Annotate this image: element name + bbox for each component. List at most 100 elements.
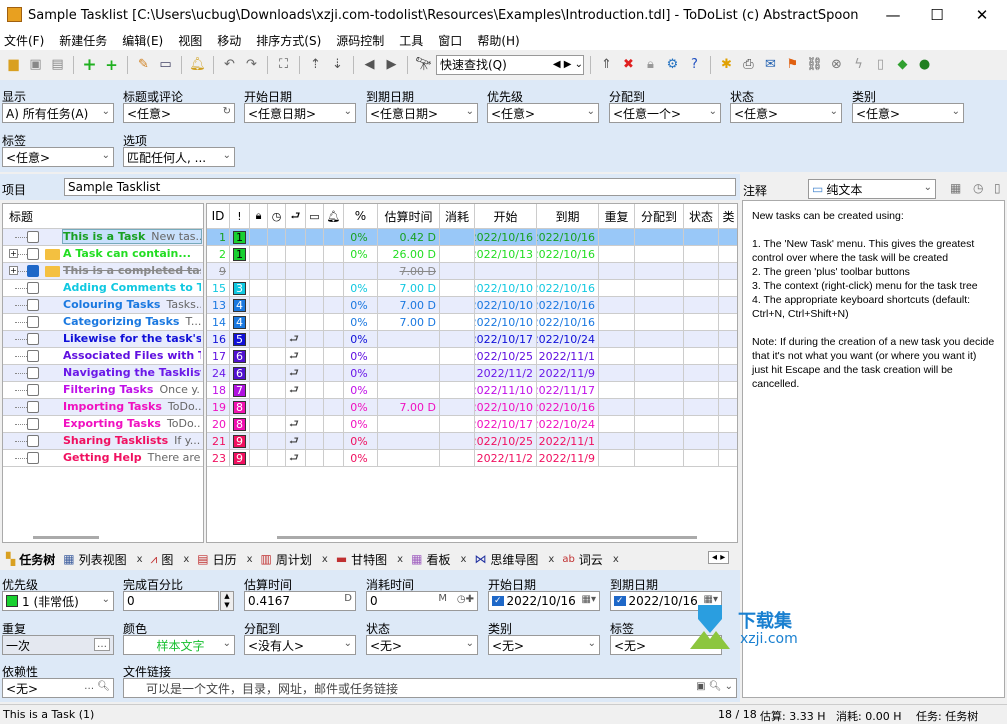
menu-help[interactable]: 帮助(H) — [477, 32, 519, 49]
percent-input[interactable]: 0 — [123, 591, 219, 611]
done-checkbox[interactable] — [27, 435, 39, 447]
task-tree-row[interactable]: Likewise for the task's ... — [3, 331, 203, 348]
task-tree-row[interactable]: This is a Task New tas... — [3, 229, 203, 246]
new-task-icon[interactable]: + — [80, 55, 99, 75]
percent-spinner[interactable]: ▲ ▼ — [220, 591, 234, 611]
done-checkbox[interactable] — [27, 333, 39, 345]
task-grid-row[interactable]: 15 3 0% 7.00 D 2022/10/10 2022/10/16 — [207, 280, 737, 297]
filter-show-select[interactable]: A) 所有任务(A) ⌄ — [2, 103, 114, 123]
save-all-icon[interactable]: ▤ — [48, 55, 67, 74]
estimate-input[interactable]: 0.4167 D — [244, 591, 356, 611]
flash-icon[interactable]: ϟ — [849, 55, 868, 74]
web-icon[interactable]: ● — [915, 55, 934, 74]
column-header-id[interactable]: ID — [207, 204, 230, 229]
tab-kanban[interactable]: ▦ 看板 x — [411, 551, 466, 568]
filter-category-select[interactable]: <任意> ⌄ — [852, 103, 964, 123]
task-grid-row[interactable]: 16 5 ⮐ 0% 2022/10/17 2022/10/24 — [207, 331, 737, 348]
expand-icon[interactable]: + — [9, 249, 18, 258]
star-icon[interactable]: ✱ — [717, 55, 736, 74]
column-header-lock[interactable]: 🔒︎ — [250, 204, 268, 229]
delete-icon[interactable]: ✖ — [619, 55, 638, 74]
task-grid-row[interactable]: 13 4 0% 7.00 D 2022/10/10 2022/10/16 — [207, 297, 737, 314]
status-select[interactable]: <无> ⌄ — [366, 635, 478, 655]
column-header-percent[interactable]: % — [344, 204, 378, 229]
task-grid-row[interactable]: 17 6 ⮐ 0% 2022/10/25 2022/11/1 — [207, 348, 737, 365]
menu-edit[interactable]: 编辑(E) — [122, 32, 163, 49]
grid-hscrollbar[interactable] — [277, 536, 697, 539]
assigned-select[interactable]: <没有人> ⌄ — [244, 635, 356, 655]
tab-calendar[interactable]: ▤ 日历 x — [197, 551, 252, 568]
task-tree-row[interactable]: Colouring Tasks Tasks... — [3, 297, 203, 314]
delete-comment-icon[interactable]: ▯ — [994, 181, 1001, 195]
script-icon[interactable]: ▯ — [871, 55, 890, 74]
find-icon[interactable]: 🔭︎ — [414, 55, 433, 74]
column-header-dependency[interactable]: ⮐ — [286, 204, 306, 229]
task-grid-row[interactable]: 23 9 ⮐ 0% 2022/11/2 2022/11/9 — [207, 450, 737, 467]
move-up-icon[interactable]: ⇡ — [306, 55, 325, 74]
done-checkbox[interactable] — [27, 299, 39, 311]
start-date-picker[interactable]: ✓ 2022/10/16 ▦▾ — [488, 591, 600, 611]
column-header-assigned[interactable]: 分配到 — [635, 204, 684, 229]
task-tree-row[interactable]: Adding Comments to T... — [3, 280, 203, 297]
menu-view[interactable]: 视图 — [178, 32, 202, 49]
task-grid-row[interactable]: 14 4 0% 7.00 D 2022/10/10 2022/10/16 — [207, 314, 737, 331]
done-checkbox[interactable] — [27, 401, 39, 413]
quick-find-input[interactable]: 快速查找(Q) ◀ ▶ ⌄ — [436, 54, 584, 75]
column-header-time-tracking[interactable]: ◷ — [268, 204, 286, 229]
edit-icon[interactable]: ✎ — [134, 55, 153, 74]
reminder-icon[interactable]: 🔔︎ — [188, 55, 207, 74]
task-tree-row[interactable]: Importing Tasks ToDo... — [3, 399, 203, 416]
task-tree-row[interactable]: Sharing Tasklists If y... — [3, 433, 203, 450]
column-header-priority[interactable]: ! — [230, 204, 250, 229]
lock-icon[interactable]: 🔒︎ — [641, 55, 660, 74]
tab-week-planner[interactable]: ▥ 周计划 x — [261, 551, 328, 568]
task-grid-row[interactable]: 19 8 0% 7.00 D 2022/10/10 2022/10/16 — [207, 399, 737, 416]
link-icon[interactable]: ⛓ — [805, 55, 824, 74]
category-select[interactable]: <无> ⌄ — [488, 635, 600, 655]
undo-icon[interactable]: ↶ — [220, 55, 239, 74]
task-grid-row[interactable]: 20 8 ⮐ 0% 2022/10/17 2022/10/24 — [207, 416, 737, 433]
clock-icon[interactable]: ◷ — [973, 181, 983, 195]
filter-tags-select[interactable]: <任意> ⌄ — [2, 147, 114, 167]
column-header-estimate[interactable]: 估算时间 — [378, 204, 440, 229]
task-grid-row[interactable]: 9 7.00 D — [207, 263, 737, 280]
project-name-input[interactable]: Sample Tasklist — [64, 178, 736, 196]
email-icon[interactable]: ✉ — [761, 55, 780, 74]
task-tree-row[interactable]: Navigating the Tasklist — [3, 365, 203, 382]
task-tree-row[interactable]: + A Task can contain... — [3, 246, 203, 263]
settings-icon[interactable]: ⚙ — [663, 55, 682, 74]
done-checkbox[interactable] — [27, 418, 39, 430]
comments-icon[interactable]: ▭ — [156, 55, 175, 74]
task-grid-row[interactable]: 2 1 0% 26.00 D 2022/10/13 2022/10/16 — [207, 246, 737, 263]
print-icon[interactable]: ⎙ — [739, 55, 758, 74]
column-header-status[interactable]: 状态 — [684, 204, 719, 229]
column-header-title[interactable]: 标题 — [3, 204, 203, 229]
donate-icon[interactable]: ◆ — [893, 55, 912, 74]
menu-source-control[interactable]: 源码控制 — [336, 32, 384, 49]
priority-select[interactable]: 1 (非常低) ⌄ — [2, 591, 114, 611]
task-grid-row[interactable]: 21 9 ⮐ 0% 2022/10/25 2022/11/1 — [207, 433, 737, 450]
menu-sort[interactable]: 排序方式(S) — [256, 32, 321, 49]
task-tree-row[interactable]: Associated Files with T... — [3, 348, 203, 365]
task-tree-row[interactable]: Categorizing Tasks T... — [3, 314, 203, 331]
depends-input[interactable]: <无>… 🔍︎ — [2, 678, 114, 698]
done-checkbox[interactable] — [27, 231, 39, 243]
tab-gantt[interactable]: ▬ 甘特图 x — [336, 551, 403, 568]
tab-chart[interactable]: ⩘ 图 x — [151, 551, 190, 568]
spent-input[interactable]: 0 M ◷✚ — [366, 591, 478, 611]
tools-icon[interactable]: ⚑ — [783, 55, 802, 74]
done-checkbox[interactable] — [27, 350, 39, 362]
filter-assigned-select[interactable]: <任意一个> ⌄ — [609, 103, 721, 123]
recurrence-input[interactable]: 一次… — [2, 635, 114, 655]
done-checkbox[interactable] — [27, 384, 39, 396]
filter-start-select[interactable]: <任意日期> ⌄ — [244, 103, 356, 123]
filter-title-input[interactable]: <任意> ↻ — [123, 103, 235, 123]
done-checkbox[interactable] — [27, 265, 39, 277]
filter-options-select[interactable]: 匹配任何人, ... ⌄ — [123, 147, 235, 167]
color-select[interactable]: 样本文字 ⌄ — [123, 635, 235, 655]
new-subtask-icon[interactable]: + — [102, 55, 121, 74]
comment-format-select[interactable]: ▭ 纯文本 ⌄ — [808, 179, 936, 199]
task-tree-row[interactable]: + This is a completed task — [3, 263, 203, 280]
done-checkbox[interactable] — [27, 452, 39, 464]
expand-icon[interactable]: + — [9, 266, 18, 275]
